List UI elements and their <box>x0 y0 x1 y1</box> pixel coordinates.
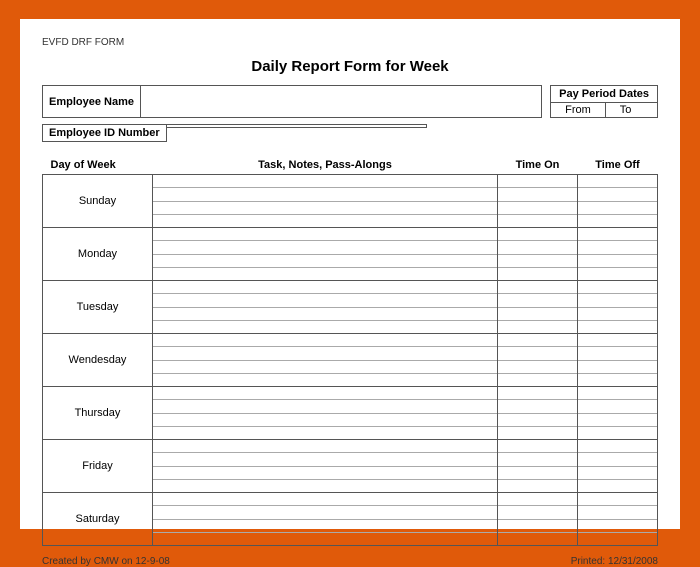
pay-period-label: Pay Period Dates <box>551 86 657 103</box>
day-cell: Sunday <box>43 175 153 228</box>
table-row: Sunday <box>43 175 658 228</box>
page: EVFD DRF FORM Daily Report Form for Week… <box>20 19 680 529</box>
table-row: Monday <box>43 228 658 281</box>
task-cell[interactable] <box>153 387 498 440</box>
time-on-cell[interactable] <box>498 387 578 440</box>
header-row2: Employee ID Number <box>42 124 658 142</box>
day-cell: Saturday <box>43 493 153 546</box>
task-cell[interactable] <box>153 228 498 281</box>
time-off-cell[interactable] <box>578 334 658 387</box>
time-off-cell[interactable] <box>578 387 658 440</box>
main-table: Day of Week Task, Notes, Pass-Alongs Tim… <box>42 156 658 546</box>
pay-period-block: Pay Period Dates From To <box>550 85 658 118</box>
col-header-task: Task, Notes, Pass-Alongs <box>153 156 498 175</box>
table-row: Friday <box>43 440 658 493</box>
col-header-time-on: Time On <box>498 156 578 175</box>
task-cell[interactable] <box>153 334 498 387</box>
pay-period-cols: From To <box>551 103 657 117</box>
employee-id-label: Employee ID Number <box>42 124 167 142</box>
employee-name-input[interactable] <box>141 85 542 118</box>
task-cell[interactable] <box>153 493 498 546</box>
footer-right: Printed: 12/31/2008 <box>571 556 658 567</box>
time-off-cell[interactable] <box>578 440 658 493</box>
footer: Created by CMW on 12-9-08 Printed: 12/31… <box>42 556 658 567</box>
task-cell[interactable] <box>153 175 498 228</box>
task-cell[interactable] <box>153 281 498 334</box>
employee-id-input[interactable] <box>167 124 427 128</box>
employee-name-label: Employee Name <box>42 85 141 118</box>
table-row: Tuesday <box>43 281 658 334</box>
day-cell: Monday <box>43 228 153 281</box>
time-off-cell[interactable] <box>578 175 658 228</box>
table-row: Thursday <box>43 387 658 440</box>
day-cell: Thursday <box>43 387 153 440</box>
day-cell: Wendesday <box>43 334 153 387</box>
day-cell: Friday <box>43 440 153 493</box>
footer-left: Created by CMW on 12-9-08 <box>42 556 170 567</box>
time-off-cell[interactable] <box>578 228 658 281</box>
time-on-cell[interactable] <box>498 175 578 228</box>
task-cell[interactable] <box>153 440 498 493</box>
time-on-cell[interactable] <box>498 281 578 334</box>
col-header-time-off: Time Off <box>578 156 658 175</box>
time-on-cell[interactable] <box>498 228 578 281</box>
time-on-cell[interactable] <box>498 440 578 493</box>
time-on-cell[interactable] <box>498 334 578 387</box>
time-off-cell[interactable] <box>578 281 658 334</box>
table-row: Saturday <box>43 493 658 546</box>
from-label: From <box>551 103 606 117</box>
day-cell: Tuesday <box>43 281 153 334</box>
form-title: Daily Report Form for Week <box>42 58 658 75</box>
col-header-day: Day of Week <box>43 156 153 175</box>
time-off-cell[interactable] <box>578 493 658 546</box>
table-row: Wendesday <box>43 334 658 387</box>
time-on-cell[interactable] <box>498 493 578 546</box>
header-row1: Employee Name Pay Period Dates From To <box>42 85 658 118</box>
to-label: To <box>606 103 646 117</box>
form-label: EVFD DRF FORM <box>42 37 658 48</box>
